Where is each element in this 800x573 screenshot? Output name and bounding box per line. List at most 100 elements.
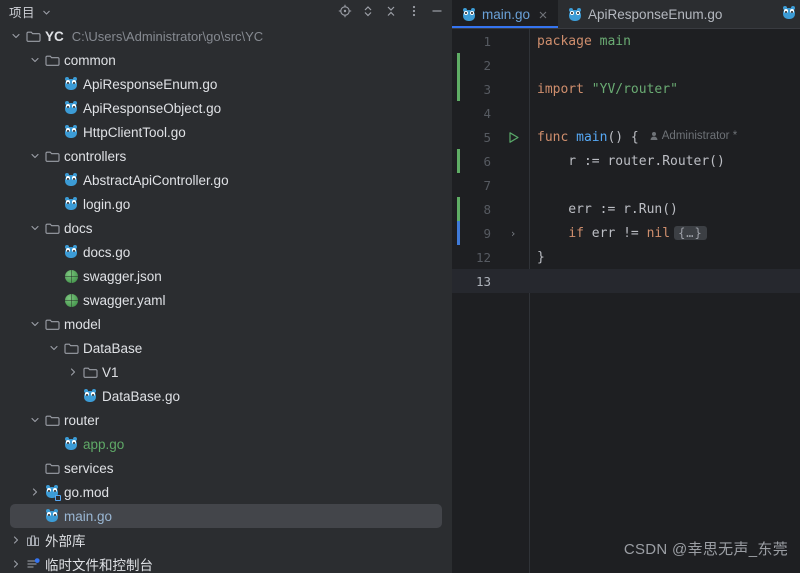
twisty-placeholder [46, 432, 62, 456]
tree-row-router[interactable]: router [0, 408, 452, 432]
tree-item-path: C:\Users\Administrator\go\src\YC [71, 28, 264, 44]
code-line[interactable]: 13 [452, 269, 800, 293]
code-line[interactable]: 1 package main [452, 29, 800, 53]
line-number: 5 [483, 129, 491, 145]
tree-row-swagger.json[interactable]: swagger.json [0, 264, 452, 288]
code-token: } [537, 249, 545, 265]
line-number: 7 [483, 177, 491, 193]
tree-row-model[interactable]: model [0, 312, 452, 336]
chevron-right-icon[interactable] [8, 552, 24, 573]
vcs-change-marker[interactable] [457, 149, 460, 173]
chevron-down-icon[interactable] [46, 336, 62, 360]
tree-row-ApiResponseEnum.go[interactable]: ApiResponseEnum.go [0, 72, 452, 96]
panel-title: 项目 [9, 5, 36, 20]
author-inlay-hint[interactable]: Administrator * [649, 130, 737, 142]
line-number: 4 [483, 105, 491, 121]
twisty-placeholder [46, 120, 62, 144]
vcs-change-marker[interactable] [457, 53, 460, 77]
vcs-change-marker[interactable] [457, 197, 460, 221]
more-options-icon[interactable] [403, 1, 425, 21]
vcs-change-marker[interactable] [457, 221, 460, 245]
chevron-right-icon[interactable] [8, 528, 24, 552]
tree-item-label: go.mod [64, 484, 110, 500]
gutter-blank [497, 245, 529, 269]
code-token: import [537, 81, 584, 97]
folded-code-placeholder[interactable]: {…} [674, 225, 707, 240]
code-line[interactable]: 7 [452, 173, 800, 197]
expand-all-icon[interactable] [357, 1, 379, 21]
folder-icon [43, 312, 61, 336]
tree-row-app.go[interactable]: app.go [0, 432, 452, 456]
tree-item-label: V1 [102, 364, 119, 380]
tree-row-ApiResponseObject.go[interactable]: ApiResponseObject.go [0, 96, 452, 120]
gutter-blank [497, 197, 529, 221]
tree-row-HttpClientTool.go[interactable]: HttpClientTool.go [0, 120, 452, 144]
collapse-all-icon[interactable] [380, 1, 402, 21]
chevron-right-icon[interactable] [27, 480, 43, 504]
go-file-icon [43, 504, 61, 528]
chevron-down-icon[interactable] [8, 24, 24, 48]
code-line[interactable]: 8 err := r.Run() [452, 197, 800, 221]
tree-row-services[interactable]: services [0, 456, 452, 480]
chevron-down-icon[interactable] [27, 408, 43, 432]
tree-row-YC[interactable]: YC C:\Users\Administrator\go\src\YC [0, 24, 452, 48]
project-tree[interactable]: YC C:\Users\Administrator\go\src\YC common… [0, 24, 452, 573]
code-line[interactable]: 2 [452, 53, 800, 77]
code-line[interactable]: 4 [452, 101, 800, 125]
code-line[interactable]: 6 r := router.Router() [452, 149, 800, 173]
tree-row-AbstractApiController.go[interactable]: AbstractApiController.go [0, 168, 452, 192]
chevron-down-icon[interactable] [42, 8, 51, 17]
code-line-text: r := router.Router() [529, 154, 800, 169]
hide-panel-icon[interactable] [426, 1, 448, 21]
tree-row-临时文件和控制台[interactable]: 临时文件和控制台 [0, 552, 452, 573]
code-line[interactable]: 5 func main() {Administrator * [452, 125, 800, 149]
tree-row-go.mod[interactable]: go.mod [0, 480, 452, 504]
chevron-down-icon[interactable] [27, 48, 43, 72]
code-line-text: package main [529, 34, 800, 49]
overflow-tab-go-file-icon[interactable] [782, 6, 796, 20]
tree-row-swagger.yaml[interactable]: swagger.yaml [0, 288, 452, 312]
run-arrow-icon[interactable] [497, 125, 529, 149]
tree-row-DataBase[interactable]: DataBase [0, 336, 452, 360]
editor-tab-ApiResponseEnum.go[interactable]: ApiResponseEnum.go [558, 0, 730, 29]
code-editor[interactable]: 1 package main 2 3 import "YV/router" 4 5 func … [452, 29, 800, 573]
folder-icon [43, 48, 61, 72]
locate-file-icon[interactable] [334, 1, 356, 21]
tree-row-V1[interactable]: V1 [0, 360, 452, 384]
chevron-down-icon[interactable] [27, 312, 43, 336]
fold-caret-icon[interactable]: › [497, 221, 529, 245]
editor-tab-main.go[interactable]: main.go [452, 0, 559, 29]
twisty-placeholder [46, 96, 62, 120]
code-token: nil [646, 225, 671, 241]
tree-row-controllers[interactable]: controllers [0, 144, 452, 168]
tree-row-common[interactable]: common [0, 48, 452, 72]
editor-tab-bar[interactable]: main.go ApiResponseEnum.go [452, 0, 800, 29]
tree-row-DataBase.go[interactable]: DataBase.go [0, 384, 452, 408]
tree-row-main.go[interactable]: main.go [10, 504, 442, 528]
close-icon[interactable] [536, 8, 550, 22]
tree-item-label: model [64, 316, 101, 332]
tree-row-login.go[interactable]: login.go [0, 192, 452, 216]
vcs-change-marker[interactable] [457, 77, 460, 101]
chevron-right-icon[interactable] [65, 360, 81, 384]
code-line[interactable]: 3 import "YV/router" [452, 77, 800, 101]
tree-row-外部库[interactable]: 外部库 [0, 528, 452, 552]
chevron-down-icon[interactable] [27, 144, 43, 168]
tree-row-docs[interactable]: docs [0, 216, 452, 240]
code-line[interactable]: 9 › if err != nil {…} [452, 221, 800, 245]
code-token: main [576, 129, 608, 145]
folder-icon [24, 24, 42, 48]
ide-window: 项目 YC C:\Users\Administrator\go\src\YC c… [0, 0, 800, 573]
panel-toolbar [334, 0, 448, 22]
code-line-text: } [529, 250, 800, 265]
tree-item-label: controllers [64, 148, 127, 164]
tree-row-docs.go[interactable]: docs.go [0, 240, 452, 264]
code-line[interactable]: 12} [452, 245, 800, 269]
chevron-down-icon[interactable] [27, 216, 43, 240]
twisty-placeholder [46, 240, 62, 264]
